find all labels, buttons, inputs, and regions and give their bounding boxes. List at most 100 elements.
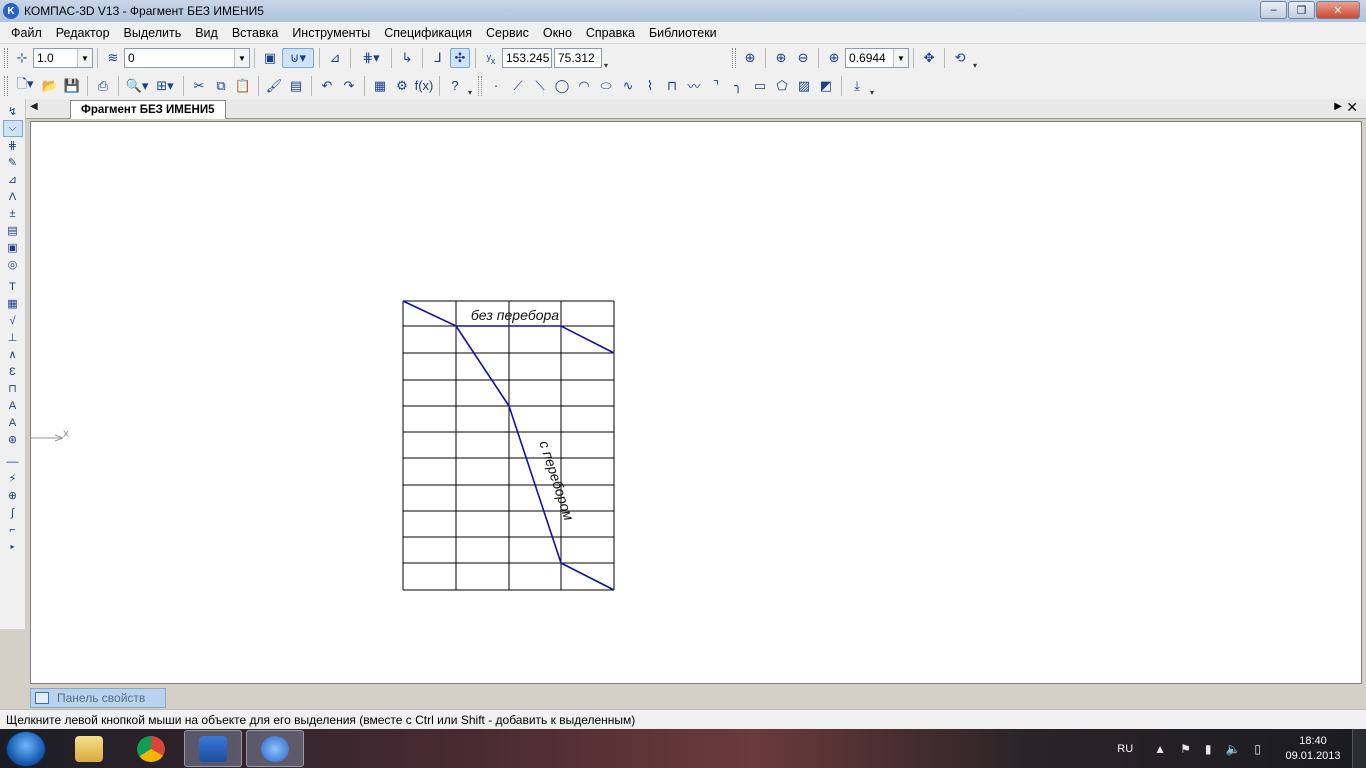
scroll-tabs-right-icon[interactable]: ▶ [1334,101,1342,112]
toolbar-grip[interactable] [732,48,737,68]
start-button[interactable] [6,731,46,767]
library-icon[interactable]: ⚙ [392,76,412,96]
leader-icon[interactable]: ∧ [3,346,23,363]
layer-combo[interactable]: 0 ▼ [124,48,250,68]
measurements-icon[interactable]: ± [3,205,23,222]
language-indicator[interactable]: RU [1117,743,1133,755]
undo-icon[interactable]: ↶ [317,76,337,96]
menu-editor[interactable]: Редактор [49,26,117,40]
roughness-icon[interactable]: √ [3,312,23,329]
save-icon[interactable]: 💾 [62,76,82,96]
cut-icon[interactable]: ✂ [189,76,209,96]
circle-icon[interactable]: ◯ [552,76,572,96]
coord-y-field[interactable]: 75.312 [554,48,602,68]
battery-icon[interactable]: ▯ [1254,742,1261,756]
hatch-icon[interactable]: ▨ [794,76,814,96]
print-icon[interactable]: ⎙ [93,76,113,96]
bezier-icon[interactable]: 〰 [684,76,704,96]
polyline-icon[interactable]: ⌇ [640,76,660,96]
toolbar-grip[interactable] [4,48,8,68]
rectangle-icon[interactable]: ▭ [750,76,770,96]
menu-insert[interactable]: Вставка [225,26,285,40]
segment-icon[interactable]: ⟍ [530,76,550,96]
menu-service[interactable]: Сервис [479,26,536,40]
help-pointer-icon[interactable]: ? [445,76,465,96]
action-center-flag-icon[interactable]: ⚑ [1180,742,1191,756]
toolbar-overflow-icon[interactable]: ▾ [973,61,977,70]
redo-icon[interactable]: ↷ [339,76,359,96]
text-icon[interactable]: T [3,278,23,295]
pan-icon[interactable]: ✥ [919,48,939,68]
step-combo[interactable]: 1.0 ▼ [33,48,93,68]
cursor-step-icon[interactable]: ⊹ [12,48,32,68]
insert-fragment-icon[interactable]: ⤓ [847,76,867,96]
maximize-button[interactable]: ❐ [1288,1,1315,19]
report-icon[interactable]: ▣ [3,239,23,256]
new-document-icon[interactable]: 🗋▾ [12,76,38,96]
minimize-button[interactable]: – [1260,1,1287,19]
clock[interactable]: 18:40 09.01.2013 [1274,734,1352,764]
copy-icon[interactable]: ⧉ [211,76,231,96]
select-icon[interactable]: ◎ [3,256,23,273]
position-icon[interactable]: Ɛ [3,363,23,380]
menu-tools[interactable]: Инструменты [285,26,377,40]
zoom-in-icon[interactable]: ⊕ [771,48,791,68]
menu-file[interactable]: Файл [4,26,49,40]
designations-icon[interactable]: Λ [3,188,23,205]
copy-properties-icon[interactable]: 🖌 [264,76,284,96]
chevron-down-icon[interactable]: ▼ [893,49,909,67]
snap-magnet-icon[interactable]: ⊍▾ [282,48,314,68]
parametrization-icon[interactable]: ⋕ [3,137,23,154]
local-cs-icon[interactable]: ⊿ [325,48,345,68]
view-arrow-icon[interactable]: A [3,414,23,431]
show-hidden-icons-icon[interactable]: ▲ [1154,742,1166,756]
dash-line-icon[interactable]: ‒‒ [3,453,23,470]
editing-icon[interactable]: ✎ [3,154,23,171]
axis-icon[interactable]: ⊛ [3,431,23,448]
ortho-mode-icon[interactable]: ⅃ [428,48,448,68]
taskbar-chrome[interactable] [122,730,180,767]
menu-view[interactable]: Вид [188,26,225,40]
ellipse-icon[interactable]: ⬭ [596,76,616,96]
properties-panel-tab[interactable]: Панель свойств [30,688,166,708]
toolbar-more-icon[interactable]: ▸ [3,538,23,555]
specification-icon[interactable]: ▤ [3,222,23,239]
auxiliary-line-icon[interactable]: ⟋ [508,76,528,96]
chevron-down-icon[interactable]: ▼ [234,49,249,67]
fill-icon[interactable]: ◩ [816,76,836,96]
wave-line-icon[interactable]: ʃ [3,504,23,521]
edit-toolbar-icon[interactable]: ↯ [3,103,23,120]
toolbar-grip[interactable] [478,75,483,96]
taskbar-explorer[interactable] [60,730,118,767]
break-line-icon[interactable]: ⌐ [3,521,23,538]
equidistant-icon[interactable]: ⊓ [662,76,682,96]
network-icon[interactable]: ▮ [1205,742,1212,756]
zoom-out-icon[interactable]: ⊖ [793,48,813,68]
coord-x-field[interactable]: 153.245 [502,48,552,68]
paste-icon[interactable]: 📋 [233,76,253,96]
toolbar-overflow-icon[interactable]: ▾ [604,61,608,70]
menu-help[interactable]: Справка [579,26,642,40]
properties-icon[interactable]: ⊞▾ [152,76,178,96]
layers-icon[interactable]: ≋ [103,48,123,68]
menu-window[interactable]: Окно [536,26,579,40]
coordinate-system-icon[interactable]: ↳ [397,48,417,68]
chamfer-icon[interactable]: ⌝ [706,76,726,96]
toolbar-overflow-icon[interactable]: ▾ [870,88,874,97]
arc-icon[interactable]: ◠ [574,76,594,96]
taskbar-word[interactable] [184,730,242,767]
grid-icon[interactable]: ⋕▾ [356,48,386,68]
snap-settings-icon[interactable]: ✣ [450,48,470,68]
open-icon[interactable]: 📂 [40,76,60,96]
drawing-canvas[interactable]: X без перебора с перебором [30,121,1362,684]
point-icon[interactable]: · [486,76,506,96]
close-document-icon[interactable]: ✕ [1346,99,1358,116]
toolbar-overflow-icon[interactable]: ▾ [468,88,472,97]
scroll-tabs-left-icon[interactable]: ◀ [30,101,38,112]
show-desktop-button[interactable] [1352,729,1366,768]
dimensions-icon[interactable]: ⊿ [3,171,23,188]
geometry-toolbar-icon[interactable]: ⌵ [2,120,23,137]
document-manager-icon[interactable]: ▤ [286,76,306,96]
fillet-icon[interactable]: ╮ [728,76,748,96]
refresh-view-icon[interactable]: ⟲ [950,48,970,68]
